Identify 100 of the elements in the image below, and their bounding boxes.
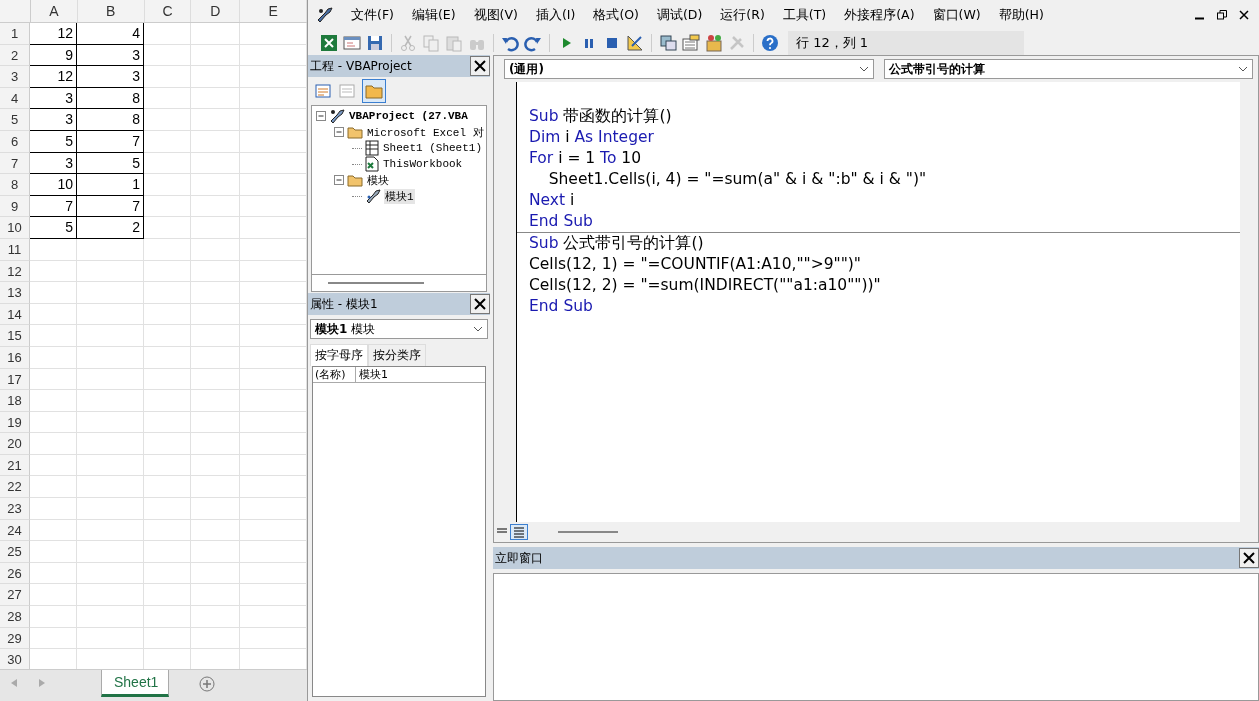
grid-cell[interactable]	[144, 541, 191, 563]
grid-cell[interactable]	[240, 303, 307, 326]
grid-cell[interactable]	[30, 325, 77, 347]
grid-cell[interactable]	[240, 195, 307, 218]
grid-cell[interactable]	[30, 476, 77, 499]
grid-cell[interactable]	[191, 498, 240, 520]
grid-cell[interactable]	[144, 260, 191, 283]
view-code-icon[interactable]	[314, 82, 332, 100]
full-module-view-icon[interactable]	[510, 524, 528, 540]
tree-item[interactable]: ThisWorkbook	[382, 158, 464, 170]
grid-cell[interactable]	[77, 606, 144, 628]
grid-cell[interactable]: 7	[77, 195, 144, 218]
grid-cell[interactable]	[240, 346, 307, 369]
ruler-icon[interactable]	[626, 33, 644, 52]
grid-cell[interactable]	[144, 584, 191, 607]
row-header[interactable]: 15	[0, 325, 30, 347]
row-header[interactable]: 8	[0, 174, 30, 196]
grid-cell[interactable]	[191, 368, 240, 391]
grid-cell[interactable]	[144, 498, 191, 520]
grid-cell[interactable]	[240, 217, 307, 239]
grid-cell[interactable]	[240, 282, 307, 304]
close-button[interactable]	[470, 56, 490, 76]
grid-cell[interactable]	[77, 368, 144, 391]
row-header[interactable]: 2	[0, 44, 30, 67]
grid-cell[interactable]	[191, 282, 240, 304]
tree-item[interactable]: Sheet1 (Sheet1)	[382, 142, 484, 154]
row-header[interactable]: 13	[0, 282, 30, 304]
grid-cell[interactable]	[240, 584, 307, 607]
help-icon[interactable]	[761, 33, 779, 52]
caret-icon[interactable]	[859, 66, 869, 72]
grid-cell[interactable]	[144, 195, 191, 218]
grid-cell[interactable]: 8	[77, 109, 144, 131]
close-button[interactable]	[470, 294, 490, 314]
close-button[interactable]	[1239, 548, 1259, 568]
grid-cell[interactable]: 3	[30, 152, 77, 175]
restore-icon[interactable]	[1217, 10, 1227, 20]
grid-cell[interactable]	[240, 454, 307, 477]
object-dropdown[interactable]: 模块1 模块	[310, 319, 488, 339]
grid-cell[interactable]	[191, 411, 240, 434]
grid-cell[interactable]	[30, 519, 77, 542]
grid-cell[interactable]	[77, 303, 144, 326]
grid-cell[interactable]	[240, 606, 307, 628]
grid-cell[interactable]	[144, 325, 191, 347]
grid-cell[interactable]	[30, 411, 77, 434]
next-sheet-icon[interactable]	[39, 679, 45, 687]
grid-cell[interactable]	[77, 519, 144, 542]
menu-item[interactable]: 编辑(E)	[402, 6, 465, 24]
grid-cell[interactable]	[240, 368, 307, 391]
grid-cell[interactable]	[77, 325, 144, 347]
properties-tab[interactable]: 按字母序	[310, 344, 368, 366]
grid-cell[interactable]: 3	[30, 87, 77, 110]
form-icon[interactable]	[343, 33, 361, 52]
grid-cell[interactable]: 3	[30, 109, 77, 131]
row-header[interactable]: 4	[0, 87, 30, 110]
row-header[interactable]: 14	[0, 303, 30, 326]
collapse-toggle[interactable]	[316, 111, 326, 121]
project-explorer-icon[interactable]	[659, 33, 677, 52]
row-header[interactable]: 27	[0, 584, 30, 607]
grid-cell[interactable]	[30, 238, 77, 261]
grid-cell[interactable]	[30, 390, 77, 412]
grid-cell[interactable]	[144, 346, 191, 369]
row-header[interactable]: 3	[0, 66, 30, 88]
grid-cell[interactable]	[240, 174, 307, 196]
row-header[interactable]: 20	[0, 433, 30, 455]
grid-cell[interactable]	[191, 152, 240, 175]
row-header[interactable]: 9	[0, 195, 30, 218]
grid-cell[interactable]	[77, 411, 144, 434]
grid-cell[interactable]: 8	[77, 87, 144, 110]
sheet-tab[interactable]: Sheet1	[101, 670, 169, 697]
grid-cell[interactable]	[30, 627, 77, 650]
grid-cell[interactable]	[191, 325, 240, 347]
properties-tab[interactable]: 按分类序	[368, 344, 426, 366]
grid-cell[interactable]	[240, 87, 307, 110]
grid-cell[interactable]	[191, 541, 240, 563]
grid-cell[interactable]	[240, 109, 307, 131]
grid-cell[interactable]	[144, 627, 191, 650]
grid-cell[interactable]	[191, 476, 240, 499]
grid-cell[interactable]: 12	[30, 23, 77, 45]
grid-cell[interactable]	[240, 238, 307, 261]
menu-item[interactable]: 调试(D)	[647, 6, 712, 24]
grid-cell[interactable]	[240, 519, 307, 542]
immediate-input[interactable]	[493, 573, 1259, 701]
grid-cell[interactable]	[191, 519, 240, 542]
grid-cell[interactable]	[30, 454, 77, 477]
close-icon[interactable]	[1239, 10, 1249, 20]
grid-cell[interactable]	[191, 44, 240, 67]
view-object-icon[interactable]	[338, 82, 356, 100]
grid-cell[interactable]	[240, 498, 307, 520]
menu-item[interactable]: 帮助(H)	[989, 6, 1053, 24]
tree-item[interactable]: 模块	[366, 172, 390, 188]
column-header[interactable]: B	[77, 0, 145, 22]
tree-item[interactable]: VBAProject (27.VBA	[348, 110, 469, 122]
grid-cell[interactable]	[191, 109, 240, 131]
grid-cell[interactable]	[77, 282, 144, 304]
menu-item[interactable]: 格式(O)	[584, 6, 648, 24]
grid-cell[interactable]	[191, 454, 240, 477]
tree-item[interactable]: 模块1	[384, 188, 415, 204]
collapse-toggle[interactable]	[334, 127, 344, 137]
grid-cell[interactable]: 3	[77, 66, 144, 88]
grid-cell[interactable]	[240, 562, 307, 585]
